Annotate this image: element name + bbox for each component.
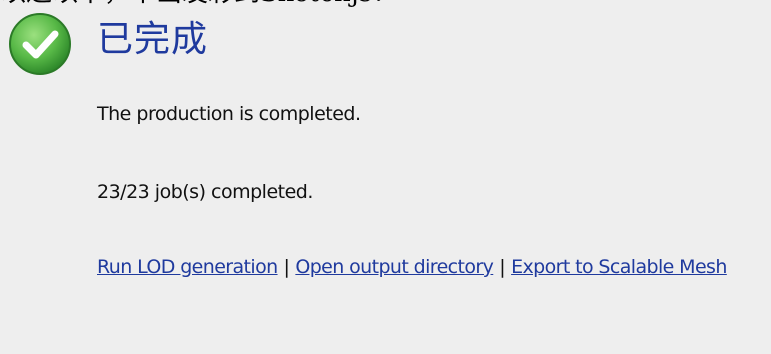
open-output-directory-link[interactable]: Open output directory (295, 256, 494, 278)
status-title: 已完成 (97, 19, 209, 60)
link-separator: | (499, 256, 506, 278)
cropped-header-text: 以达以下，中出发彩到Sketchjs： (0, 0, 771, 10)
export-scalable-mesh-link[interactable]: Export to Scalable Mesh (511, 256, 727, 278)
action-links: Run LOD generation | Open output directory… (97, 256, 727, 278)
link-separator: | (283, 256, 290, 278)
jobs-message: 23/23 job(s) completed. (97, 181, 313, 203)
check-circle-icon (9, 13, 71, 75)
run-lod-generation-link[interactable]: Run LOD generation (97, 256, 278, 278)
production-message: The production is completed. (97, 103, 361, 125)
